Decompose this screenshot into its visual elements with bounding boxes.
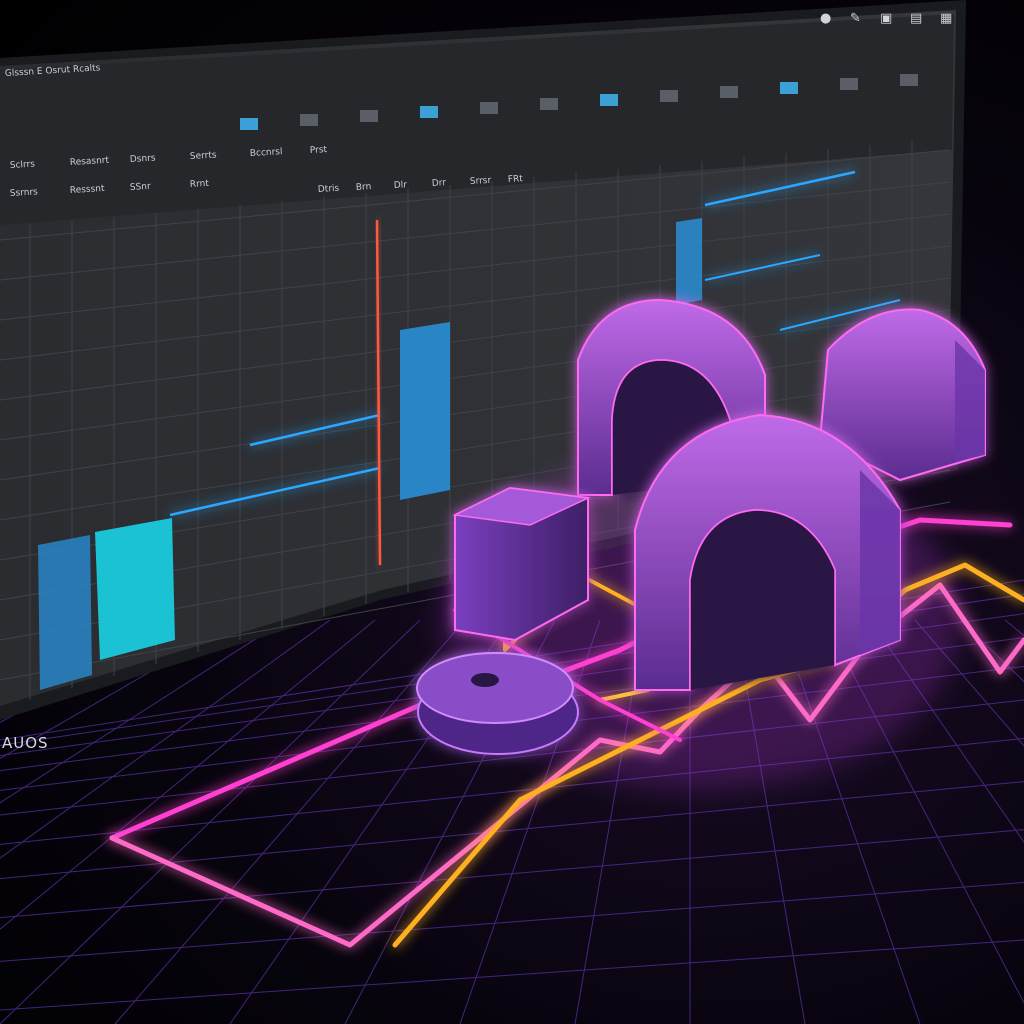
toolbar-tab[interactable]: FRt bbox=[508, 174, 524, 185]
floor-grid-line bbox=[0, 881, 1024, 962]
shape-arch-front[interactable] bbox=[634, 413, 901, 691]
layers-icon[interactable]: ▤ bbox=[910, 11, 922, 26]
toolbar-icon-button[interactable] bbox=[780, 82, 798, 94]
floor-grid-line bbox=[1004, 619, 1024, 637]
corner-label: AUOS bbox=[2, 734, 49, 752]
toolbar-row1-item[interactable]: Dsnrs bbox=[130, 153, 157, 165]
toolbar-tab[interactable]: Dtris bbox=[318, 184, 340, 195]
toolbar-tab[interactable]: Brn bbox=[356, 182, 372, 193]
image-icon[interactable]: ▣ bbox=[880, 11, 892, 26]
toolbar-tab[interactable]: Dlr bbox=[394, 180, 408, 191]
blue-block-right[interactable] bbox=[676, 218, 702, 305]
cyan-block[interactable] bbox=[95, 518, 175, 660]
toolbar-icon-button[interactable] bbox=[480, 102, 498, 114]
toolbar-icon-button[interactable] bbox=[840, 78, 858, 90]
toolbar-icon-button[interactable] bbox=[660, 90, 678, 102]
toolbar-row2-item[interactable]: Rrnt bbox=[190, 179, 210, 190]
blue-block-middle[interactable] bbox=[400, 322, 450, 500]
toolbar-icon-button[interactable] bbox=[600, 94, 618, 106]
toolbar-row1-item[interactable]: Serrts bbox=[190, 150, 218, 162]
toolbar-icon-button[interactable] bbox=[300, 114, 318, 126]
floor-grid-line bbox=[0, 781, 1024, 880]
floor-grid-line bbox=[0, 939, 1024, 1011]
toolbar-row1-item[interactable]: Prst bbox=[310, 145, 328, 156]
toolbar-icon-button[interactable] bbox=[720, 86, 738, 98]
toolbar-tab[interactable]: Srrsr bbox=[470, 176, 492, 187]
scene-canvas: Glsssn E Osrut RcaltsSclrrs Resasnrt Dsnrs… bbox=[0, 0, 1024, 1024]
toolbar-icon-button[interactable] bbox=[360, 110, 378, 122]
scene: Glsssn E Osrut Rcalts Sclrrs Resasnrt Dsnrs… bbox=[0, 0, 1024, 1024]
floor-grid-line bbox=[114, 619, 466, 1024]
blue-block-left[interactable] bbox=[38, 535, 92, 690]
shape-disc[interactable] bbox=[416, 652, 579, 755]
toolbar-icon-button[interactable] bbox=[900, 74, 918, 86]
toolbar-tab[interactable]: Drr bbox=[432, 178, 447, 189]
toolbar-icon-button[interactable] bbox=[420, 106, 438, 118]
toolbar-row1-item[interactable]: Bccnrsl bbox=[250, 147, 283, 159]
toolbar-row2-item[interactable]: Ssrnrs bbox=[10, 187, 39, 199]
floor-grid-line bbox=[959, 619, 1024, 683]
toolbar-row2-item[interactable]: SSnr bbox=[130, 182, 152, 193]
toolbar-icon-button[interactable] bbox=[240, 118, 258, 130]
wand-icon[interactable]: ✎ bbox=[850, 11, 861, 26]
grid-icon[interactable]: ▦ bbox=[940, 11, 952, 26]
toolbar-row2-item[interactable]: Resssnt bbox=[70, 184, 106, 196]
toolbar-row1-item[interactable]: Sclrrs bbox=[10, 160, 36, 171]
toolbar-icon-button[interactable] bbox=[540, 98, 558, 110]
lightbulb-icon[interactable]: ● bbox=[820, 11, 831, 26]
